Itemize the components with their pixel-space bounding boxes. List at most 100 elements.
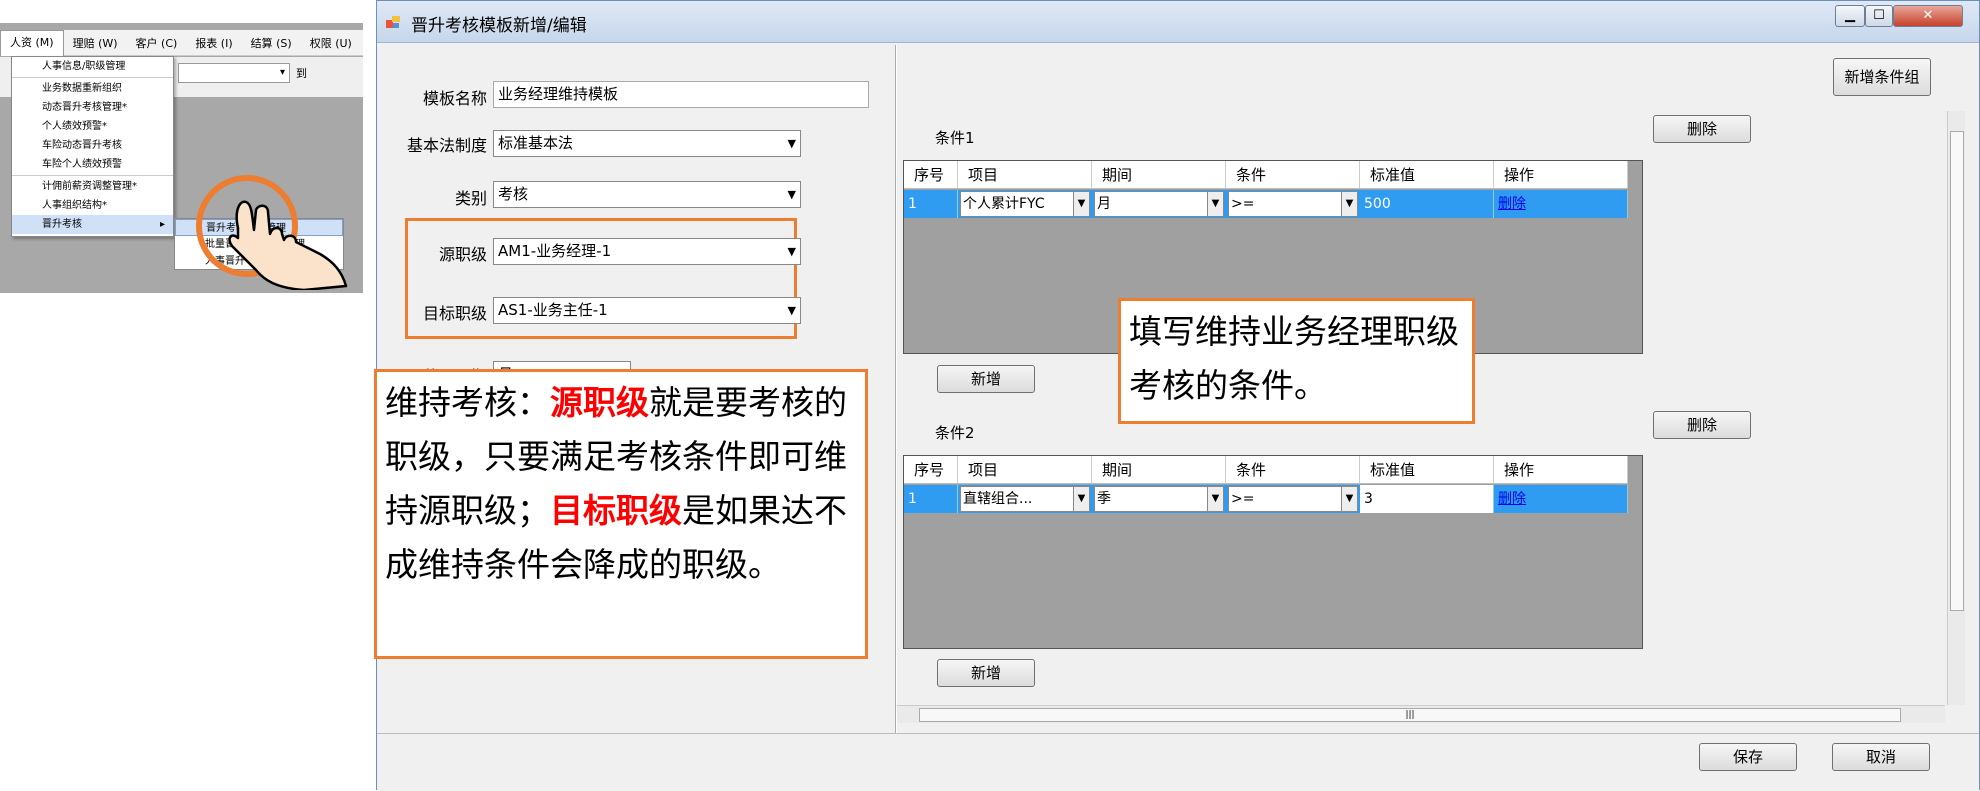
row-standard-value[interactable]: 500 [1360, 190, 1494, 218]
col-standard-value: 标准值 [1360, 161, 1494, 189]
row-condition-select[interactable]: >= ▼ [1228, 486, 1358, 512]
col-no: 序号 [904, 456, 958, 484]
hr-dropdown-menu: 人事信息/职级管理 业务数据重新组织 动态晋升考核管理* 个人绩效预警* 车险动… [11, 56, 174, 237]
inset-combo[interactable]: ▾ [178, 63, 290, 83]
app-icon [386, 16, 400, 28]
row-item-select[interactable]: 个人累计FYC ▼ [960, 191, 1090, 217]
dialog-titlebar[interactable]: 晋升考核模板新增/编辑 ▁ ☐ ✕ [377, 1, 1979, 43]
category-value: 考核 [498, 185, 529, 203]
basic-law-label: 基本法制度 [406, 136, 487, 155]
menu-item-promotion-review[interactable]: 晋升考核 ▸ [12, 215, 173, 234]
row-period-select[interactable]: 月 ▼ [1094, 191, 1224, 217]
horizontal-scrollbar[interactable]: ||| [897, 705, 1945, 723]
callout-left-emphasis-source: 源职级 [550, 383, 649, 422]
callout-right-text: 填写维持业务经理职级考核的条件。 [1129, 312, 1459, 405]
menu-permissions[interactable]: 权限 (U) [301, 35, 361, 51]
source-rank-value: AM1-业务经理-1 [498, 242, 612, 260]
col-period: 期间 [1092, 161, 1226, 189]
dropdown-arrow-icon: ▼ [787, 245, 796, 258]
close-button[interactable]: ✕ [1893, 5, 1963, 27]
target-rank-select[interactable]: AS1-业务主任-1 ▼ [493, 297, 801, 324]
menu-hr[interactable]: 人资 (M) [0, 29, 64, 56]
col-period: 期间 [1092, 456, 1226, 484]
menu-item-hr-info[interactable]: 人事信息/职级管理 [12, 57, 173, 76]
row-period-value: 月 [1097, 196, 1111, 212]
delete-group-2-button[interactable]: 删除 [1653, 411, 1751, 439]
col-no: 序号 [904, 161, 958, 189]
save-button[interactable]: 保存 [1699, 743, 1797, 771]
source-rank-select[interactable]: AM1-业务经理-1 ▼ [493, 238, 801, 265]
template-name-input[interactable]: 业务经理维持模板 [493, 81, 869, 108]
menu-item-org-structure[interactable]: 人事组织结构* [12, 196, 173, 215]
row-item-value: 直辖组合... [963, 491, 1033, 507]
inset-to-label: 到 [296, 67, 307, 80]
condition-group-2-label: 条件2 [935, 424, 975, 442]
row-item-value: 个人累计FYC [963, 196, 1045, 212]
menu-item-promotion-review-label: 晋升考核 [42, 219, 82, 230]
callout-left-part-1: 维持考核： [385, 383, 550, 422]
pointing-hand-icon [228, 200, 348, 290]
dropdown-arrow-icon: ▼ [1207, 487, 1223, 511]
grid-header: 序号 项目 期间 条件 标准值 操作 [904, 161, 1628, 189]
menu-customer[interactable]: 客户 (C) [127, 35, 187, 51]
vertical-scrollbar[interactable] [1947, 111, 1965, 705]
submenu-arrow-icon: ▸ [159, 219, 165, 230]
dropdown-arrow-icon: ▼ [1341, 192, 1357, 216]
menu-settlement[interactable]: 结算 (S) [242, 35, 301, 51]
table-row[interactable]: 1 个人累计FYC ▼ 月 ▼ >= ▼ 500 删除 [904, 190, 1628, 218]
add-condition-group-button[interactable]: 新增条件组 [1833, 58, 1931, 96]
category-label: 类别 [454, 189, 487, 208]
add-row-group-1-button[interactable]: 新增 [937, 365, 1035, 393]
col-item: 项目 [958, 161, 1092, 189]
dialog-title: 晋升考核模板新增/编辑 [411, 16, 587, 36]
row-delete-link[interactable]: 删除 [1494, 485, 1628, 513]
callout-left: 维持考核：源职级就是要考核的职级，只要满足考核条件即可维持源职级；目标职级是如果… [374, 369, 868, 659]
menu-more[interactable]: 表 [361, 35, 363, 51]
target-rank-value: AS1-业务主任-1 [498, 301, 608, 319]
menu-claims[interactable]: 理赔 (W) [64, 35, 127, 51]
condition-grid-2: 序号 项目 期间 条件 标准值 操作 1 直辖组合... ▼ 季 ▼ >= ▼ 3 删… [903, 455, 1643, 649]
table-row[interactable]: 1 直辖组合... ▼ 季 ▼ >= ▼ 3 删除 [904, 485, 1628, 513]
source-rank-label: 源职级 [438, 245, 487, 264]
pane-splitter[interactable] [895, 45, 897, 735]
scrollbar-thumb[interactable] [1950, 131, 1964, 611]
dropdown-arrow-icon: ▼ [787, 304, 796, 317]
menu-item-salary-adjust[interactable]: 计佣前薪资调整管理* [12, 177, 173, 196]
menu-item-auto-perf-warning[interactable]: 车险个人绩效预警 [12, 155, 173, 174]
menu-item-reorg-data[interactable]: 业务数据重新组织 [12, 79, 173, 98]
col-standard-value: 标准值 [1360, 456, 1494, 484]
col-item: 项目 [958, 456, 1092, 484]
grid-header: 序号 项目 期间 条件 标准值 操作 [904, 456, 1628, 484]
row-period-select[interactable]: 季 ▼ [1094, 486, 1224, 512]
basic-law-select[interactable]: 标准基本法 ▼ [493, 130, 801, 157]
row-standard-value-input[interactable]: 3 [1360, 485, 1494, 513]
template-name-label: 模板名称 [422, 89, 487, 108]
menu-separator [12, 77, 173, 78]
dropdown-arrow-icon: ▼ [1073, 487, 1089, 511]
minimize-button[interactable]: ▁ [1835, 5, 1865, 27]
menu-item-auto-promotion[interactable]: 车险动态晋升考核 [12, 136, 173, 155]
row-condition-value: >= [1231, 196, 1255, 212]
dropdown-arrow-icon: ▼ [1207, 192, 1223, 216]
menu-item-dynamic-promotion[interactable]: 动态晋升考核管理* [12, 98, 173, 117]
row-condition-select[interactable]: >= ▼ [1228, 191, 1358, 217]
delete-group-1-button[interactable]: 删除 [1653, 115, 1751, 143]
cancel-button[interactable]: 取消 [1832, 743, 1930, 771]
col-condition: 条件 [1226, 161, 1360, 189]
row-condition-value: >= [1231, 491, 1255, 507]
row-no: 1 [904, 485, 958, 513]
row-item-select[interactable]: 直辖组合... ▼ [960, 486, 1090, 512]
dropdown-arrow-icon: ▼ [787, 188, 796, 201]
menu-item-perf-warning[interactable]: 个人绩效预警* [12, 117, 173, 136]
row-delete-link[interactable]: 删除 [1494, 190, 1628, 218]
dropdown-arrow-icon: ▼ [787, 137, 796, 150]
maximize-button[interactable]: ☐ [1865, 5, 1893, 27]
add-row-group-2-button[interactable]: 新增 [937, 659, 1035, 687]
category-select[interactable]: 考核 ▼ [493, 181, 801, 208]
scrollbar-thumb[interactable]: ||| [919, 708, 1901, 722]
dropdown-arrow-icon: ▼ [1073, 192, 1089, 216]
dialog-footer: 保存 取消 [377, 733, 1979, 791]
callout-left-emphasis-target: 目标职级 [550, 491, 682, 530]
menu-reports[interactable]: 报表 (I) [186, 35, 241, 51]
callout-right: 填写维持业务经理职级考核的条件。 [1118, 298, 1475, 424]
